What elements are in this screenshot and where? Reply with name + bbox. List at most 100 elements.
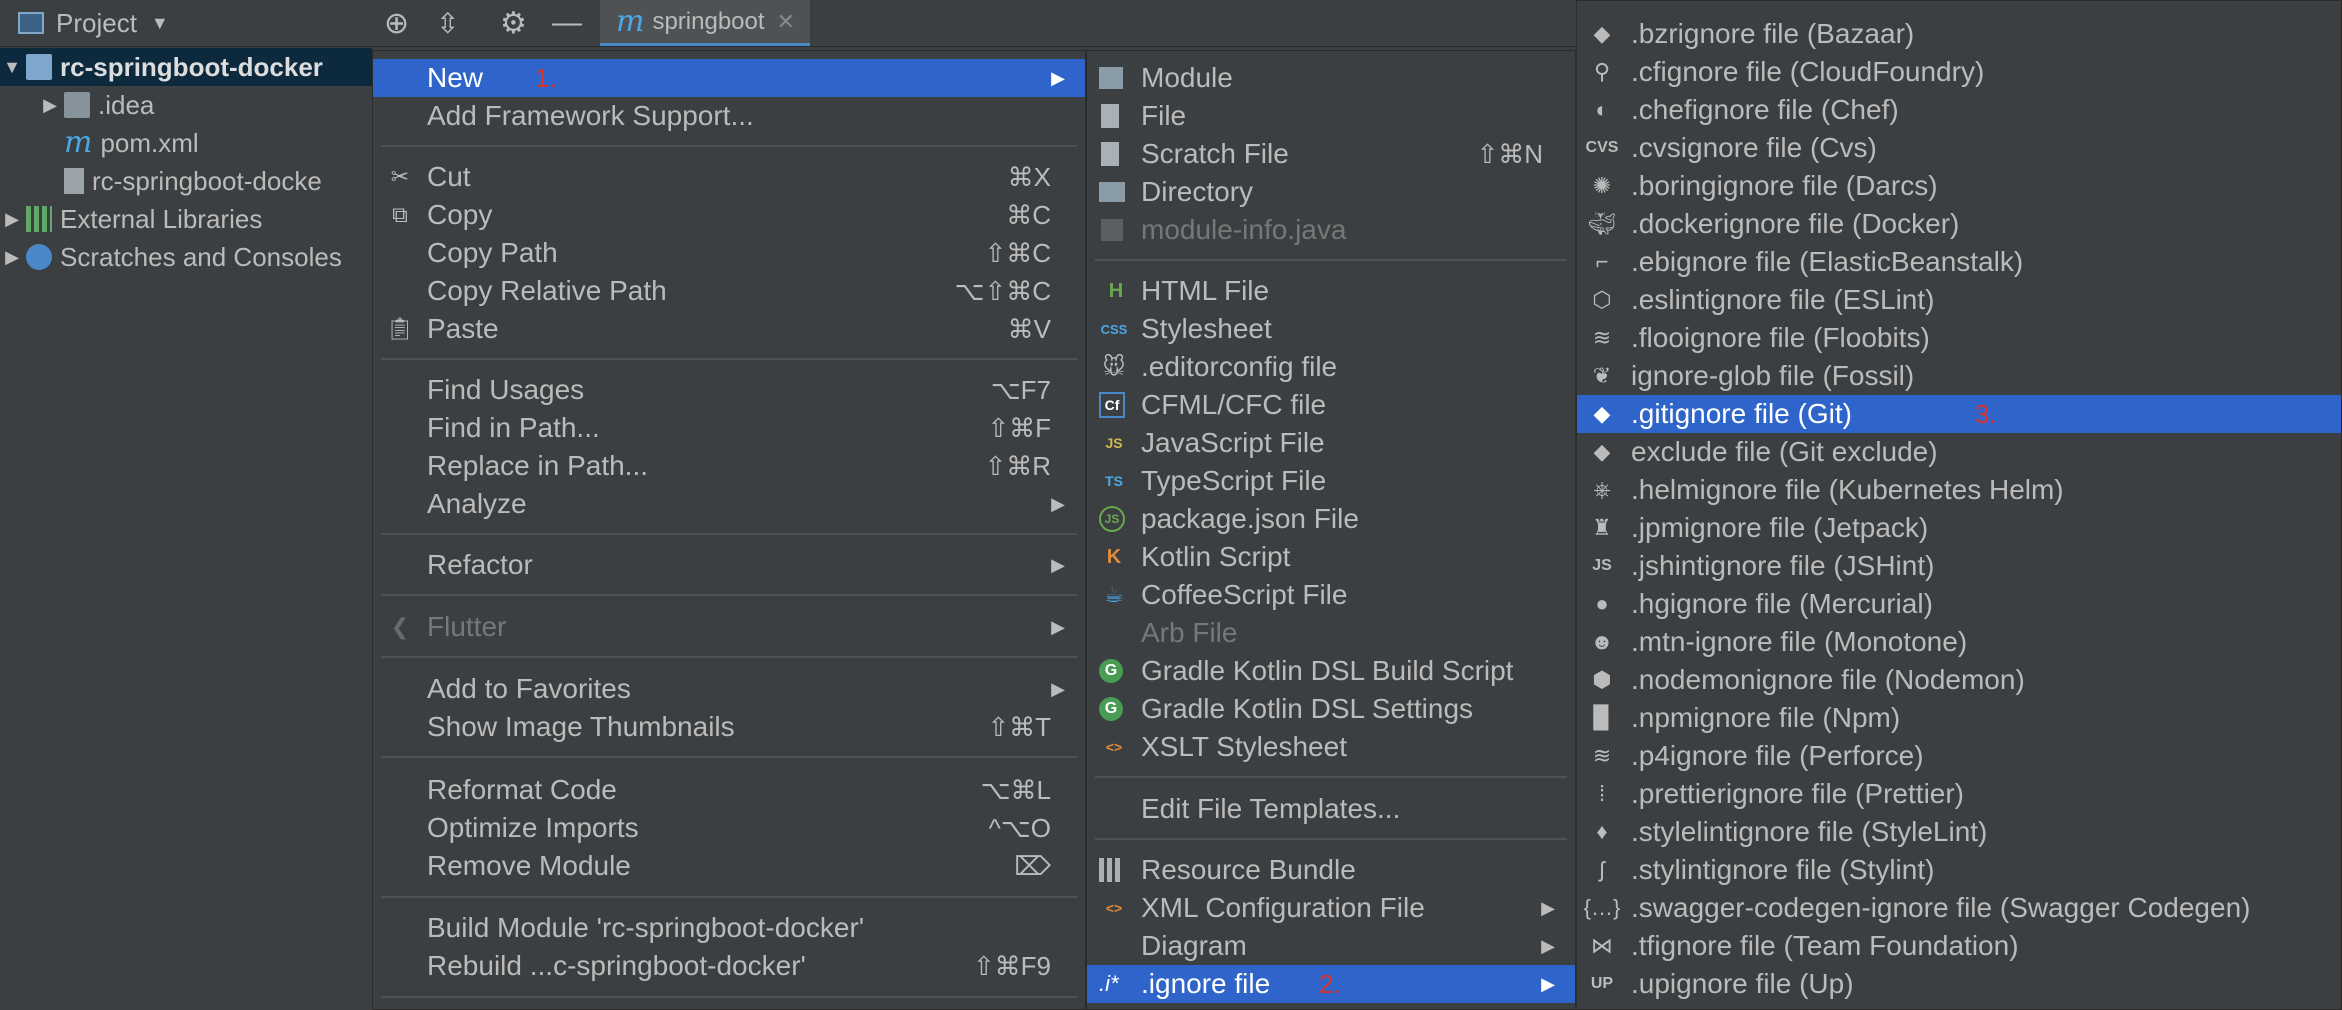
menu-item-scratch-file[interactable]: Scratch File ⇧⌘N [1087, 135, 1575, 173]
menu-item-ignore[interactable]: ◆ exclude file (Git exclude) [1577, 433, 2341, 471]
menu-item-show-thumbnails[interactable]: Show Image Thumbnails ⇧⌘T [373, 708, 1085, 746]
menu-item-file[interactable]: File [1087, 97, 1575, 135]
menu-item-reformat[interactable]: Reformat Code ⌥⌘L [373, 771, 1085, 809]
menu-item-optimize-imports[interactable]: Optimize Imports ^⌥O [373, 809, 1085, 847]
menu-item-label: JavaScript File [1141, 427, 1325, 458]
menu-item-ignore[interactable]: ◐ .chefignore file (Chef) [1577, 91, 2341, 129]
project-view-selector[interactable]: Project ▼ [18, 0, 169, 46]
tree-item-label: rc-springboot-docke [92, 165, 322, 196]
menu-item-xslt[interactable]: <> XSLT Stylesheet [1087, 728, 1575, 766]
menu-item-label: .gitignore file (Git) [1631, 398, 1852, 429]
menu-item-copy-path[interactable]: Copy Path ⇧⌘C [373, 234, 1085, 272]
menu-item-label: Arb File [1141, 617, 1238, 648]
menu-item-directory[interactable]: Directory [1087, 173, 1575, 211]
menu-item-ignore[interactable]: ʃ .stylintignore file (Stylint) [1577, 851, 2341, 889]
tree-item-idea[interactable]: ▶ .idea [40, 86, 154, 124]
ignore-file-icon: .i* [1099, 971, 1119, 996]
menu-item-refactor[interactable]: Refactor ▶ [373, 546, 1085, 584]
menu-item-ignore[interactable]: ⬢ .nodemonignore file (Nodemon) [1577, 661, 2341, 699]
chevron-down-icon[interactable]: ▼ [2, 57, 22, 78]
menu-item-html-file[interactable]: H HTML File [1087, 272, 1575, 310]
menu-item-ignore[interactable]: ⎈ .helmignore file (Kubernetes Helm) [1577, 471, 2341, 509]
menu-item-ignore[interactable]: UP .upignore file (Up) [1577, 965, 2341, 1003]
menu-item-add-favorites[interactable]: Add to Favorites ▶ [373, 670, 1085, 708]
menu-item-analyze[interactable]: Analyze ▶ [373, 485, 1085, 523]
menu-item-find-in-path[interactable]: Find in Path... ⇧⌘F [373, 409, 1085, 447]
menu-item-label: Add to Favorites [427, 673, 631, 704]
menu-item-ignore[interactable]: ≋ .flooignore file (Floobits) [1577, 319, 2341, 357]
tab-springboot[interactable]: m springboot ✕ [600, 0, 810, 46]
menu-item-package-json[interactable]: JS package.json File [1087, 500, 1575, 538]
collapse-all-icon[interactable]: ⇳ [436, 0, 459, 46]
menu-item-ignore[interactable]: ◆ .bzrignore file (Bazaar) [1577, 15, 2341, 53]
menu-item-ignore[interactable]: ✺ .boringignore file (Darcs) [1577, 167, 2341, 205]
minimize-icon[interactable]: — [552, 0, 582, 46]
menu-item-remove-module[interactable]: Remove Module ⌦ [373, 847, 1085, 885]
menu-item-ignore[interactable]: ⁞ .prettierignore file (Prettier) [1577, 775, 2341, 813]
menu-item-label: .npmignore file (Npm) [1631, 702, 1901, 733]
menu-item-module[interactable]: Module [1087, 59, 1575, 97]
locate-icon[interactable]: ⊕ [384, 0, 409, 46]
menu-item-cfml[interactable]: Cf CFML/CFC file [1087, 386, 1575, 424]
menu-item-edit-templates[interactable]: Edit File Templates... [1087, 790, 1575, 828]
menu-item-ignore[interactable]: 🐳︎ .dockerignore file (Docker) [1577, 205, 2341, 243]
menu-item-paste[interactable]: 📋︎ Paste ⌘V [373, 310, 1085, 348]
tree-item-external-libraries[interactable]: ▶ External Libraries [0, 200, 262, 238]
menu-item-copy[interactable]: ⧉ Copy ⌘C [373, 196, 1085, 234]
menu-item-ignore[interactable]: {…} .swagger-codegen-ignore file (Swagger… [1577, 889, 2341, 927]
menu-item-label: .dockerignore file (Docker) [1631, 208, 1960, 239]
tree-item-scratches[interactable]: ▶ Scratches and Consoles [0, 238, 342, 276]
menu-item-ignore[interactable]: CVS .cvsignore file (Cvs) [1577, 129, 2341, 167]
menu-item-ignore[interactable]: ☻ .mtn-ignore file (Monotone) [1577, 623, 2341, 661]
chevron-right-icon[interactable]: ▶ [2, 247, 22, 268]
menu-item-kotlin-script[interactable]: K Kotlin Script [1087, 538, 1575, 576]
menu-item-resource-bundle[interactable]: Resource Bundle [1087, 851, 1575, 889]
menu-item-new[interactable]: New 1. ▶ [373, 59, 1085, 97]
chevron-right-icon[interactable]: ▶ [40, 95, 60, 116]
tree-item-root[interactable]: ▼ rc-springboot-docker [0, 48, 372, 86]
menu-item-add-framework[interactable]: Add Framework Support... [373, 97, 1085, 135]
menu-item-coffeescript[interactable]: ☕︎ CoffeeScript File [1087, 576, 1575, 614]
menu-item-find-usages[interactable]: Find Usages ⌥F7 [373, 371, 1085, 409]
close-icon[interactable]: ✕ [777, 9, 795, 35]
chevron-right-icon[interactable]: ▶ [2, 209, 22, 230]
menu-item-diagram[interactable]: Diagram ▶ [1087, 927, 1575, 965]
menu-item-ignore[interactable]: ⋈ .tfignore file (Team Foundation) [1577, 927, 2341, 965]
menu-item-flutter[interactable]: ❮ Flutter ▶ [373, 608, 1085, 646]
gear-icon[interactable]: ⚙ [500, 0, 527, 46]
menu-item-copy-relative-path[interactable]: Copy Relative Path ⌥⇧⌘C [373, 272, 1085, 310]
menu-item-ignore[interactable]: ◆ .gitignore file (Git) 3. [1577, 395, 2341, 433]
menu-item-stylesheet[interactable]: CSS Stylesheet [1087, 310, 1575, 348]
menu-item-ignore[interactable]: ♜ .jpmignore file (Jetpack) [1577, 509, 2341, 547]
submenu-arrow-icon: ▶ [1051, 616, 1065, 637]
menu-item-ignore[interactable]: JS .jshintignore file (JSHint) [1577, 547, 2341, 585]
menu-item-rebuild[interactable]: Rebuild ...c-springboot-docker' ⇧⌘F9 [373, 947, 1085, 985]
menu-item-module-info[interactable]: module-info.java [1087, 211, 1575, 249]
menu-item-gradle-build[interactable]: G Gradle Kotlin DSL Build Script [1087, 652, 1575, 690]
menu-item-typescript[interactable]: TS TypeScript File [1087, 462, 1575, 500]
tree-item-pom[interactable]: m pom.xml [60, 124, 199, 162]
menu-item-arb-file[interactable]: Arb File [1087, 614, 1575, 652]
menu-item-ignore[interactable]: ≋ .p4ignore file (Perforce) [1577, 737, 2341, 775]
shortcut: ⌥⇧⌘C [954, 275, 1051, 306]
menu-item-gradle-settings[interactable]: G Gradle Kotlin DSL Settings [1087, 690, 1575, 728]
menu-item-ignore-file[interactable]: .i* .ignore file 2. ▶ [1087, 965, 1575, 1003]
eslint-icon: ⬡ [1592, 287, 1612, 312]
menu-item-xml-config[interactable]: <> XML Configuration File ▶ [1087, 889, 1575, 927]
menu-item-ignore[interactable]: ● .hgignore file (Mercurial) [1577, 585, 2341, 623]
menu-item-ignore[interactable]: ❦ ignore-glob file (Fossil) [1577, 357, 2341, 395]
tree-item-dockerfile[interactable]: rc-springboot-docke [60, 162, 322, 200]
menu-item-ignore[interactable]: ♦ .stylelintignore file (StyleLint) [1577, 813, 2341, 851]
menu-item-replace-in-path[interactable]: Replace in Path... ⇧⌘R [373, 447, 1085, 485]
menu-item-ignore[interactable]: ⬡ .eslintignore file (ESLint) [1577, 281, 2341, 319]
menu-item-cut[interactable]: ✂ Cut ⌘X [373, 158, 1085, 196]
menu-item-ignore[interactable]: ⌐ .ebignore file (ElasticBeanstalk) [1577, 243, 2341, 281]
menu-item-editorconfig[interactable]: 🐭︎ .editorconfig file [1087, 348, 1575, 386]
menu-item-label: Scratch File [1141, 138, 1289, 169]
menu-item-javascript[interactable]: JS JavaScript File [1087, 424, 1575, 462]
menu-item-build-module[interactable]: Build Module 'rc-springboot-docker' [373, 909, 1085, 947]
menu-item-ignore[interactable]: ▉ .npmignore file (Npm) [1577, 699, 2341, 737]
menu-item-ignore[interactable]: ⚲ .cfignore file (CloudFoundry) [1577, 53, 2341, 91]
menu-item-label: Cut [427, 161, 471, 192]
cvs-icon: CVS [1585, 139, 1619, 156]
